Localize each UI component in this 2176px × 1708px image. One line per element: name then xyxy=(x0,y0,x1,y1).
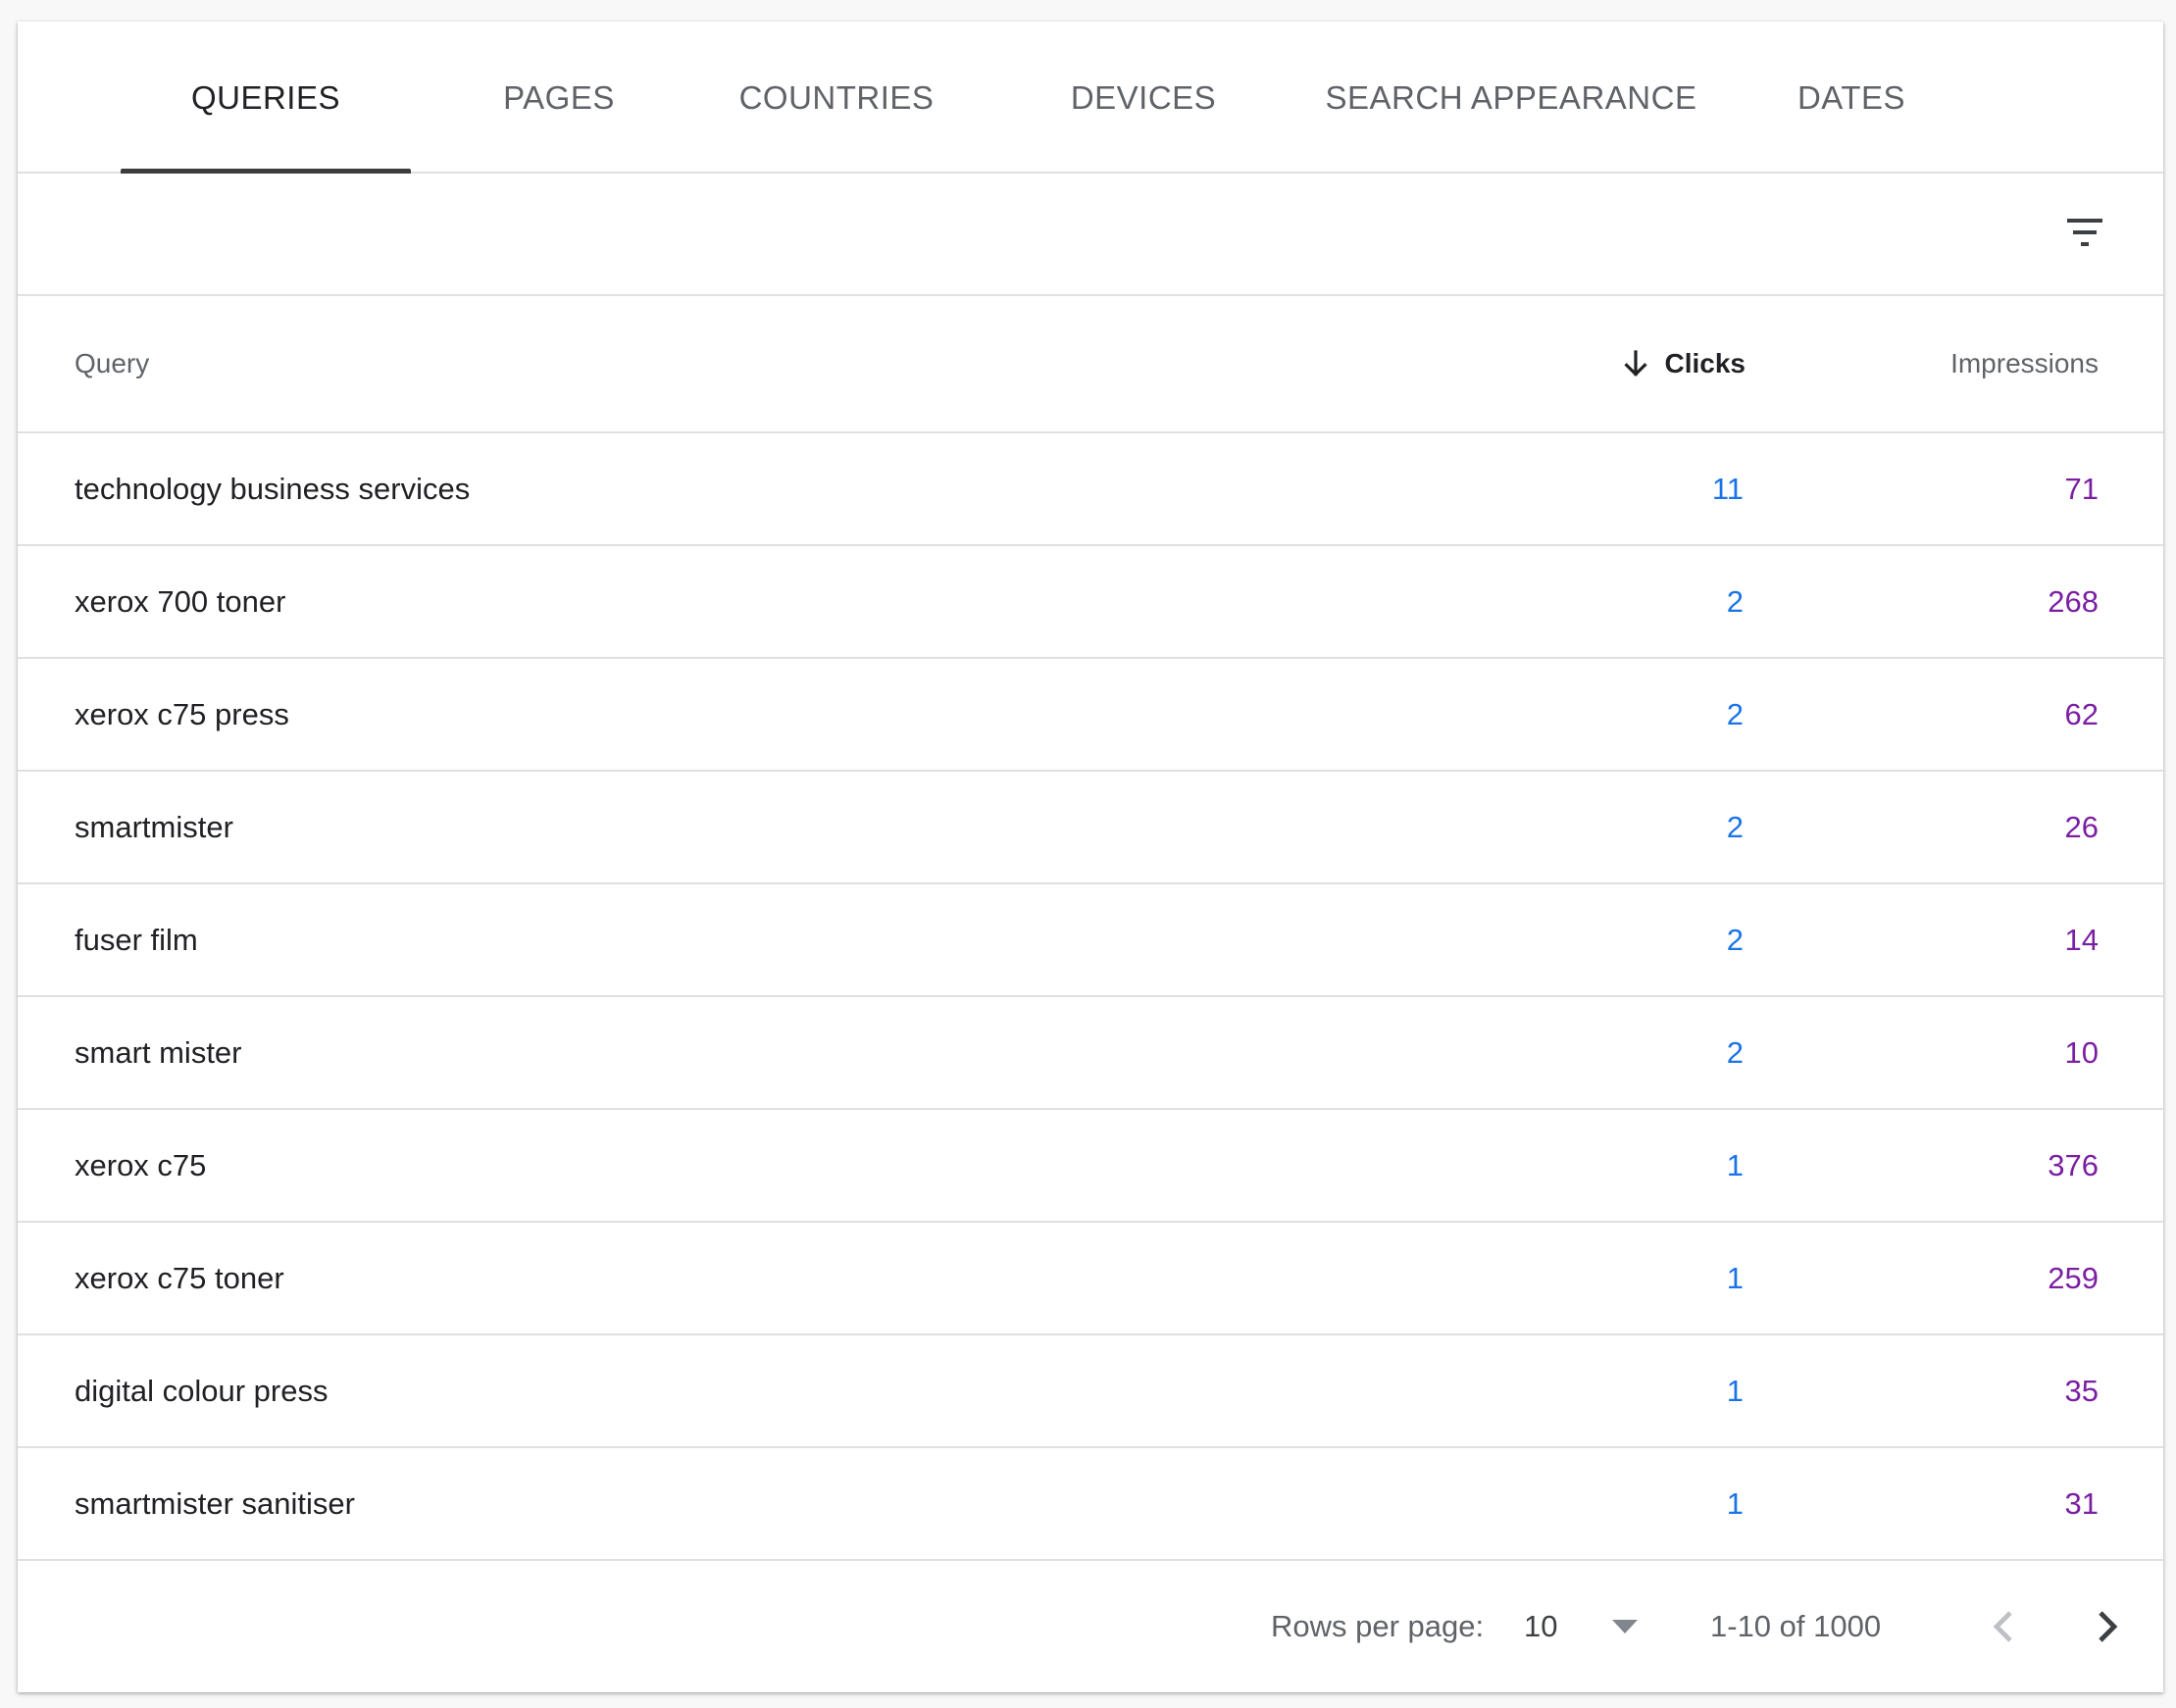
performance-card: QUERIES PAGES COUNTRIES DEVICES SEARCH A… xyxy=(18,22,2163,1692)
query-cell: xerox 700 toner xyxy=(75,583,286,619)
table-row[interactable]: smartmister 2 26 xyxy=(18,772,2163,884)
impressions-cell: 268 xyxy=(2048,583,2099,619)
column-header-query[interactable]: Query xyxy=(75,296,149,431)
dimension-tabs: QUERIES PAGES COUNTRIES DEVICES SEARCH A… xyxy=(18,22,2163,174)
impressions-cell: 376 xyxy=(2048,1147,2099,1182)
clicks-cell: 2 xyxy=(1726,583,1744,619)
arrow-down-icon xyxy=(1623,350,1647,377)
table-row[interactable]: smartmister sanitiser 1 31 xyxy=(18,1448,2163,1561)
table-row[interactable]: xerox 700 toner 2 268 xyxy=(18,546,2163,659)
tab-countries[interactable]: COUNTRIES xyxy=(704,22,969,174)
clicks-cell: 2 xyxy=(1726,1034,1744,1070)
tab-dates[interactable]: DATES xyxy=(1751,22,1951,174)
query-cell: smartmister xyxy=(75,809,233,844)
query-cell: smartmister sanitiser xyxy=(75,1485,355,1521)
table-body: technology business services 11 71 xerox… xyxy=(18,433,2163,1561)
chevron-right-icon[interactable] xyxy=(2083,1603,2130,1650)
impressions-cell: 10 xyxy=(2064,1034,2099,1070)
clicks-cell: 1 xyxy=(1726,1260,1744,1295)
rows-per-page-select[interactable]: 10 xyxy=(1524,1561,1557,1692)
header-label: Query xyxy=(75,348,150,378)
impressions-cell: 14 xyxy=(2064,922,2099,957)
table-row[interactable]: xerox c75 toner 1 259 xyxy=(18,1223,2163,1335)
clicks-cell: 11 xyxy=(1711,471,1744,506)
table-row[interactable]: digital colour press 1 35 xyxy=(18,1335,2163,1448)
query-cell: smart mister xyxy=(75,1034,242,1070)
table-row[interactable]: smart mister 2 10 xyxy=(18,997,2163,1110)
header-label: Impressions xyxy=(1950,348,2099,378)
impressions-cell: 26 xyxy=(2064,809,2099,844)
query-cell: xerox c75 toner xyxy=(75,1260,284,1295)
header-label: Clicks xyxy=(1664,348,1746,378)
tab-pages[interactable]: PAGES xyxy=(463,22,655,174)
caret-down-icon[interactable] xyxy=(1610,1618,1640,1635)
clicks-cell: 1 xyxy=(1726,1485,1744,1521)
rows-per-page-label: Rows per page: xyxy=(1271,1609,1485,1643)
query-cell: fuser film xyxy=(75,922,198,957)
tab-label: DATES xyxy=(1796,78,1906,116)
table-row[interactable]: technology business services 11 71 xyxy=(18,433,2163,546)
clicks-cell: 2 xyxy=(1726,809,1744,844)
tab-devices[interactable]: DEVICES xyxy=(1018,22,1269,174)
tab-label: QUERIES xyxy=(190,78,341,116)
tab-label: DEVICES xyxy=(1070,78,1217,116)
query-cell: technology business services xyxy=(75,471,471,506)
tab-label: COUNTRIES xyxy=(738,78,935,116)
tab-queries[interactable]: QUERIES xyxy=(121,22,411,174)
pagination-bar: Rows per page: 10 1-10 of 1000 xyxy=(18,1561,2163,1692)
tab-label: SEARCH APPEARANCE xyxy=(1325,78,1697,116)
page-range: 1-10 of 1000 xyxy=(1710,1609,1882,1643)
clicks-cell: 2 xyxy=(1726,922,1744,957)
column-header-clicks[interactable]: Clicks xyxy=(1620,296,1746,431)
impressions-cell: 259 xyxy=(2048,1260,2099,1295)
tab-label: PAGES xyxy=(503,78,615,116)
filter-bar xyxy=(18,174,2163,296)
chevron-left-icon[interactable] xyxy=(1981,1603,2028,1650)
table-header: Query Clicks Impressions xyxy=(18,296,2163,433)
query-cell: xerox c75 press xyxy=(75,696,289,731)
impressions-cell: 71 xyxy=(2064,471,2099,506)
impressions-cell: 31 xyxy=(2064,1485,2099,1521)
tab-search-appearance[interactable]: SEARCH APPEARANCE xyxy=(1314,22,1708,174)
table-row[interactable]: xerox c75 press 2 62 xyxy=(18,659,2163,772)
table-row[interactable]: fuser film 2 14 xyxy=(18,884,2163,997)
column-header-impressions[interactable]: Impressions xyxy=(1950,296,2099,431)
table-row[interactable]: xerox c75 1 376 xyxy=(18,1110,2163,1223)
clicks-cell: 2 xyxy=(1726,696,1744,731)
query-cell: digital colour press xyxy=(75,1373,329,1408)
query-cell: xerox c75 xyxy=(75,1147,207,1182)
impressions-cell: 62 xyxy=(2064,696,2099,731)
filter-icon[interactable] xyxy=(2061,209,2108,256)
clicks-cell: 1 xyxy=(1726,1373,1744,1408)
clicks-cell: 1 xyxy=(1726,1147,1744,1182)
impressions-cell: 35 xyxy=(2064,1373,2099,1408)
